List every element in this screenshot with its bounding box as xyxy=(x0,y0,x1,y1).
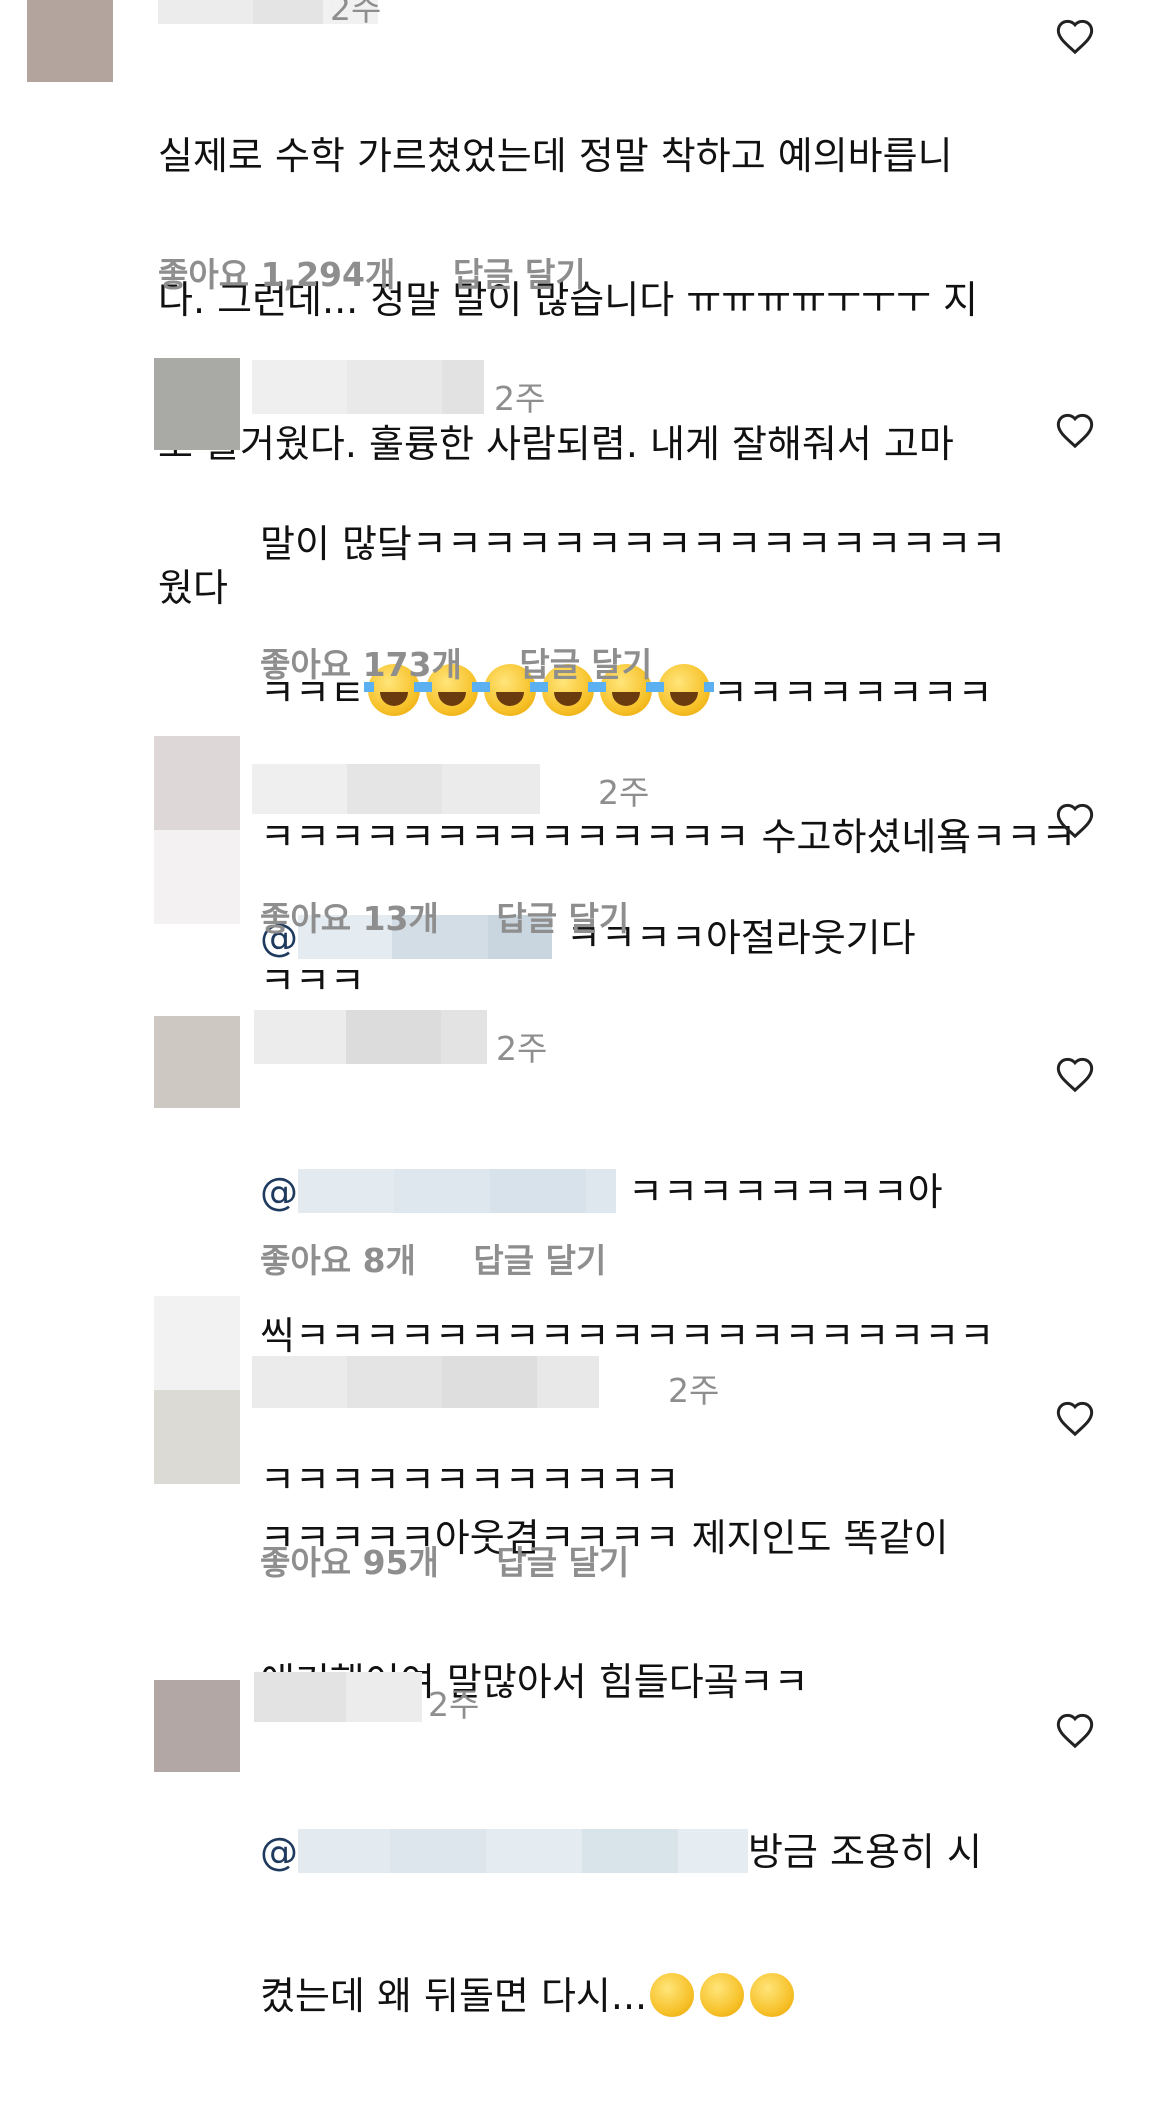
likes-count[interactable]: 좋아요 1,294개 xyxy=(158,255,395,294)
comment-time: 2주 xyxy=(330,0,382,28)
comment-time: 2주 xyxy=(668,1371,720,1410)
mention-redacted[interactable] xyxy=(298,1169,394,1213)
username-redacted[interactable] xyxy=(252,360,484,414)
comment-meta: 좋아요 13개 답글 달기 xyxy=(260,892,629,940)
heart-outline-icon[interactable] xyxy=(1055,412,1095,452)
heart-outline-icon[interactable] xyxy=(1055,1712,1095,1752)
comment-time: 2주 xyxy=(494,379,546,418)
heart-outline-icon[interactable] xyxy=(1055,1400,1095,1440)
avatar[interactable] xyxy=(154,358,240,450)
reply-button[interactable]: 답글 달기 xyxy=(496,1543,629,1582)
sad-but-relieved-face-icon xyxy=(650,1973,695,2017)
likes-count[interactable]: 좋아요 173개 xyxy=(260,645,462,684)
comment-meta: 좋아요 173개 답글 달기 xyxy=(260,638,652,686)
heart-outline-icon[interactable] xyxy=(1055,802,1095,842)
likes-count[interactable]: 좋아요 13개 xyxy=(260,899,439,938)
comment-text: @ 방금 조용히 시 켰는데 왜 뒤돌면 다시... xyxy=(260,1829,982,2018)
pleading-face-icon xyxy=(700,1973,745,2017)
avatar[interactable] xyxy=(154,1296,240,1484)
username-redacted[interactable] xyxy=(252,764,540,814)
comment-meta: 좋아요 8개 답글 달기 xyxy=(260,1234,606,1282)
heart-outline-icon[interactable] xyxy=(1055,18,1095,58)
avatar[interactable] xyxy=(154,1016,240,1108)
avatar[interactable] xyxy=(154,1680,240,1772)
likes-count[interactable]: 좋아요 95개 xyxy=(260,1543,439,1582)
face-with-tears-of-joy-icon xyxy=(653,664,714,716)
comment-time: 2주 xyxy=(496,1029,548,1068)
username-redacted[interactable] xyxy=(252,1356,599,1408)
comment-time: 2주 xyxy=(428,1685,480,1724)
reply-button[interactable]: 답글 달기 xyxy=(473,1241,606,1280)
comment-meta: 좋아요 95개 답글 달기 xyxy=(260,1536,629,1584)
avatar[interactable] xyxy=(154,736,240,924)
mention[interactable]: @ xyxy=(260,1830,298,1874)
username-redacted[interactable] xyxy=(254,1672,422,1722)
mention-redacted[interactable] xyxy=(298,1829,390,1873)
reply-button[interactable]: 답글 달기 xyxy=(496,899,629,938)
heart-outline-icon[interactable] xyxy=(1055,1056,1095,1096)
likes-count[interactable]: 좋아요 8개 xyxy=(260,1241,416,1280)
avatar[interactable] xyxy=(27,0,113,82)
reply-button[interactable]: 답글 달기 xyxy=(519,645,652,684)
comment-meta: 좋아요 1,294개 답글 달기 xyxy=(158,248,586,296)
mention[interactable]: @ xyxy=(260,1170,298,1214)
grinning-face-with-sweat-icon xyxy=(750,1973,795,2017)
comment-time: 2주 xyxy=(598,773,650,812)
reply-button[interactable]: 답글 달기 xyxy=(453,255,586,294)
username-redacted[interactable] xyxy=(254,1010,487,1064)
